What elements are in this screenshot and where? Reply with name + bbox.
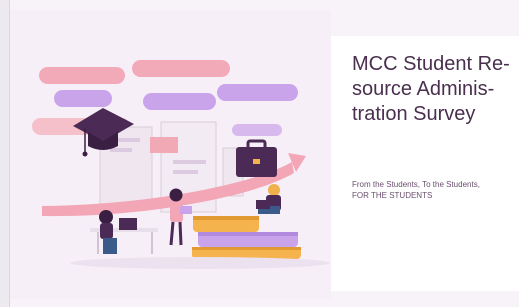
title-line: MCC Student Re- [352,53,510,75]
students-illustration [10,10,331,299]
subtitle-line: From the Students, To the Students, [352,180,480,189]
briefcase-icon [236,139,277,177]
subtitle-line: FOR THE STUDENTS [352,191,433,200]
left-sidebar-edge [0,0,10,307]
title-line: tration Survey [352,103,476,125]
slide: MCC Student Re- source Adminis- tration … [0,0,519,307]
title-panel: MCC Student Re- source Adminis- tration … [331,36,519,291]
title-line: source Adminis- [352,78,495,100]
student-at-desk [90,210,158,254]
survey-title: MCC Student Re- source Adminis- tration … [352,52,516,127]
survey-subtitle: From the Students, To the Students, FOR … [352,179,512,201]
book-stack [192,216,301,259]
student-on-books [256,184,281,214]
laptop-icon [256,200,270,209]
